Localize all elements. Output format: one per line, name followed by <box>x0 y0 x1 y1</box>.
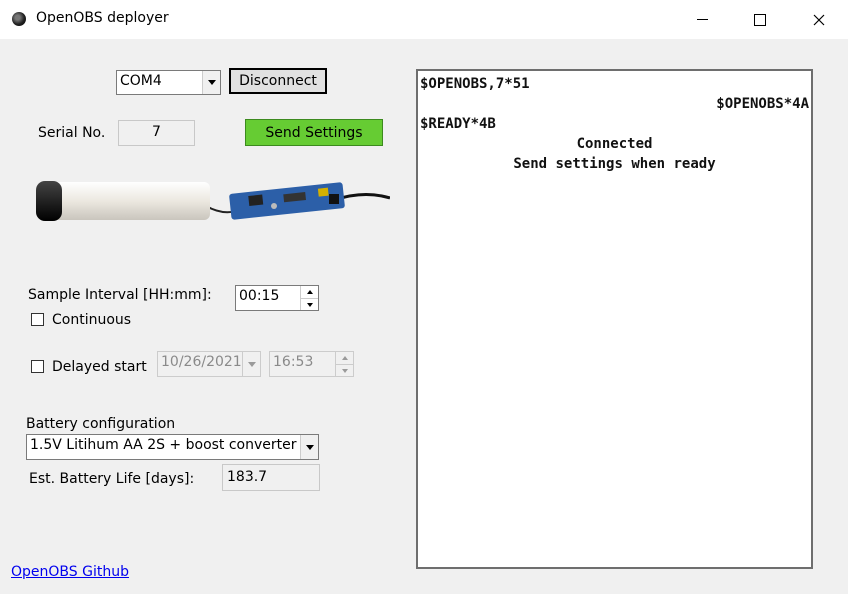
console-lines: $OPENOBS,7*51 $OPENOBS*4A $READY*4B Connect… <box>420 74 809 172</box>
serial-console[interactable]: $OPENOBS,7*51 $OPENOBS*4A $READY*4B Connect… <box>416 69 813 569</box>
spin-down-icon[interactable] <box>336 364 353 377</box>
sample-interval-input[interactable]: 00:15 <box>235 285 319 311</box>
serial-field: 7 <box>118 120 195 146</box>
com-port-select[interactable]: COM4 <box>116 70 221 95</box>
spin-up-icon[interactable] <box>301 286 318 298</box>
sample-interval-value: 00:15 <box>239 288 280 304</box>
console-line: Send settings when ready <box>513 156 716 172</box>
battery-config-label: Battery configuration <box>26 416 176 432</box>
delayed-start-date-value: 10/26/2021 <box>161 354 242 370</box>
github-link[interactable]: OpenOBS Github <box>11 564 129 580</box>
maximize-button[interactable] <box>731 0 789 39</box>
minimize-icon <box>696 19 708 20</box>
console-line: $OPENOBS*4A <box>716 96 809 112</box>
chevron-down-icon[interactable] <box>202 71 220 94</box>
battery-config-select[interactable]: 1.5V Litihum AA 2S + boost converter <box>26 434 319 460</box>
disconnect-button[interactable]: Disconnect <box>229 68 327 94</box>
battery-life-label: Est. Battery Life [days]: <box>29 471 195 487</box>
close-icon <box>813 14 825 25</box>
battery-config-value: 1.5V Litihum AA 2S + boost converter <box>30 437 297 453</box>
minimize-button[interactable] <box>673 0 731 39</box>
delayed-start-date-picker[interactable]: 10/26/2021 <box>157 351 261 377</box>
delayed-start-time-input[interactable]: 16:53 <box>269 351 354 377</box>
chevron-down-icon[interactable] <box>242 352 260 376</box>
close-button[interactable] <box>790 0 848 39</box>
battery-life-field: 183.7 <box>222 464 320 491</box>
continuous-checkbox[interactable] <box>31 313 44 326</box>
console-line: Connected <box>576 136 653 152</box>
serial-label: Serial No. <box>38 125 106 141</box>
continuous-label: Continuous <box>52 312 132 328</box>
delayed-start-time-value: 16:53 <box>273 354 314 370</box>
chevron-down-icon[interactable] <box>300 435 318 459</box>
console-line: $OPENOBS,7*51 <box>420 76 530 92</box>
openobs-logo-icon <box>12 12 26 26</box>
window-title: OpenOBS deployer <box>36 10 169 26</box>
delayed-start-checkbox[interactable] <box>31 360 44 373</box>
delayed-start-label: Delayed start <box>52 359 147 375</box>
title-bar: OpenOBS deployer <box>0 0 848 39</box>
spin-down-icon[interactable] <box>301 298 318 311</box>
com-port-value: COM4 <box>120 73 162 89</box>
device-photo <box>36 181 390 221</box>
send-settings-button[interactable]: Send Settings <box>245 119 383 146</box>
maximize-icon <box>754 13 766 26</box>
spin-up-icon[interactable] <box>336 352 353 364</box>
sample-interval-label: Sample Interval [HH:mm]: <box>28 287 212 303</box>
console-line: $READY*4B <box>420 116 496 132</box>
